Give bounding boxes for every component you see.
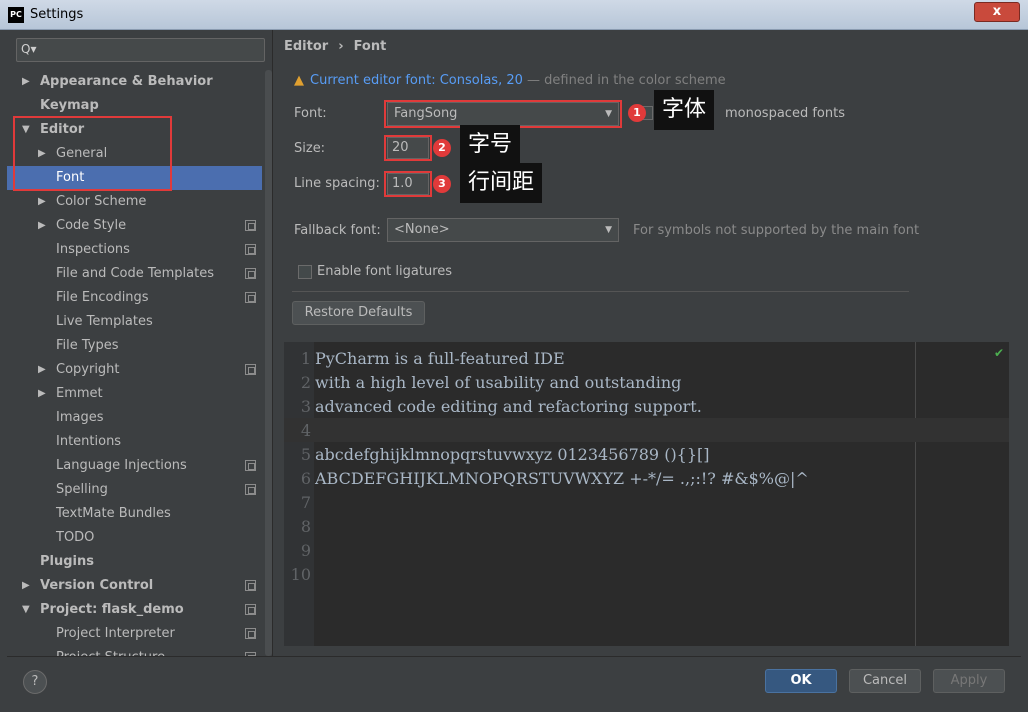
close-window-button[interactable]: x: [974, 2, 1020, 22]
help-button[interactable]: ?: [23, 670, 47, 694]
preview-line: 6 ABCDEFGHIJKLMNOPQRSTUVWXYZ +-*/= .,;:!?…: [300, 469, 809, 488]
fallback-font-select[interactable]: <None> ▼: [387, 218, 619, 242]
tree-item-file-types[interactable]: File Types: [7, 334, 262, 358]
project-settings-icon: [245, 580, 256, 591]
tree-item-appearance[interactable]: ▶ Appearance & Behavior: [7, 70, 262, 94]
preview-line: 8: [300, 517, 311, 536]
preview-line-current: 4: [284, 418, 1009, 442]
tree-item-project-interpreter[interactable]: Project Interpreter: [7, 622, 262, 646]
tree-item-version-control[interactable]: ▶ Version Control: [7, 574, 262, 598]
tree-item-project-structure[interactable]: Project Structure: [7, 646, 262, 656]
tree-item-spelling[interactable]: Spelling: [7, 478, 262, 502]
ligatures-checkbox[interactable]: [298, 265, 312, 279]
tree-item-keymap[interactable]: Keymap: [7, 94, 262, 118]
tree-item-textmate[interactable]: TextMate Bundles: [7, 502, 262, 526]
tree-item-todo[interactable]: TODO: [7, 526, 262, 550]
check-icon: ✔: [994, 346, 1005, 360]
annotation-box-line-spacing: [384, 171, 432, 197]
project-settings-icon: [245, 484, 256, 495]
annotation-callout-line-spacing: 行间距: [460, 163, 543, 203]
preview-line: 2 with a high level of usability and outs…: [300, 373, 682, 392]
tree-item-emmet[interactable]: ▶ Emmet: [7, 382, 262, 406]
warning-icon: ▲: [294, 73, 304, 88]
line-spacing-label: Line spacing:: [294, 176, 380, 191]
tree-item-code-style[interactable]: ▶ Code Style: [7, 214, 262, 238]
annotation-box-font: [384, 100, 622, 128]
preview-line: 9: [300, 541, 311, 560]
project-settings-icon: [245, 220, 256, 231]
annotation-badge-2: 2: [433, 139, 451, 157]
tree-item-inspections[interactable]: Inspections: [7, 238, 262, 262]
tree-item-language-injections[interactable]: Language Injections: [7, 454, 262, 478]
expand-arrow-icon[interactable]: ▶: [38, 358, 46, 382]
project-settings-icon: [245, 604, 256, 615]
ok-button[interactable]: OK: [765, 669, 837, 693]
project-settings-icon: [245, 460, 256, 471]
tree-item-file-encodings[interactable]: File Encodings: [7, 286, 262, 310]
font-notice: ▲ Current editor font: Consolas, 20 — def…: [294, 73, 726, 88]
tree-item-intentions[interactable]: Intentions: [7, 430, 262, 454]
fallback-font-label: Fallback font:: [294, 223, 381, 238]
pycharm-logo-icon: PC: [8, 7, 24, 23]
footer-divider: [7, 656, 1021, 657]
annotation-box-editor: [13, 116, 172, 191]
tree-scrollbar[interactable]: [265, 70, 272, 656]
preview-line: 5 abcdefghijklmnopqrstuvwxyz 0123456789 (…: [300, 445, 710, 464]
settings-dialog: Q▾ ▶ Appearance & Behavior Keymap ▼ Editor…: [7, 30, 1021, 706]
font-label: Font:: [294, 106, 327, 121]
divider: [272, 30, 273, 656]
annotation-callout-font: 字体: [654, 90, 715, 130]
current-font-link[interactable]: Current editor font: Consolas, 20: [310, 73, 523, 88]
annotation-callout-size: 字号: [460, 125, 521, 165]
project-settings-icon: [245, 292, 256, 303]
annotation-box-size: [384, 135, 432, 161]
expand-arrow-icon[interactable]: ▶: [22, 574, 30, 598]
apply-button[interactable]: Apply: [933, 669, 1005, 693]
title-bar: PC Settings x: [0, 0, 1028, 30]
preview-line: 10: [290, 565, 311, 584]
restore-defaults-button[interactable]: Restore Defaults: [292, 301, 425, 325]
tree-item-images[interactable]: Images: [7, 406, 262, 430]
ligatures-label: Enable font ligatures: [317, 264, 453, 279]
size-label: Size:: [294, 141, 326, 156]
expand-arrow-icon[interactable]: ▶: [22, 70, 30, 94]
breadcrumb: Editor › Font: [284, 39, 387, 54]
tree-item-copyright[interactable]: ▶ Copyright: [7, 358, 262, 382]
cancel-button[interactable]: Cancel: [849, 669, 921, 693]
expand-arrow-icon[interactable]: ▶: [38, 190, 46, 214]
search-input[interactable]: Q▾: [16, 38, 265, 62]
font-preview-editor[interactable]: 1 PyCharm is a full-featured IDE 2 with a …: [284, 342, 1009, 646]
project-settings-icon: [245, 244, 256, 255]
preview-line: 3 advanced code editing and refactoring s…: [300, 397, 702, 416]
annotation-badge-3: 3: [433, 175, 451, 193]
project-settings-icon: [245, 268, 256, 279]
tree-item-file-code-templates[interactable]: File and Code Templates: [7, 262, 262, 286]
project-settings-icon: [245, 628, 256, 639]
search-icon: Q▾: [21, 42, 37, 56]
fallback-hint: For symbols not supported by the main fo…: [633, 223, 920, 238]
tree-item-project[interactable]: ▼ Project: flask_demo: [7, 598, 262, 622]
separator: [292, 291, 909, 292]
monospaced-label: monospaced fonts: [725, 106, 845, 121]
collapse-arrow-icon[interactable]: ▼: [22, 598, 30, 622]
expand-arrow-icon[interactable]: ▶: [38, 214, 46, 238]
project-settings-icon: [245, 364, 256, 375]
preview-line: 1 PyCharm is a full-featured IDE: [300, 349, 565, 368]
tree-item-color-scheme[interactable]: ▶ Color Scheme: [7, 190, 262, 214]
tree-item-plugins[interactable]: Plugins: [7, 550, 262, 574]
expand-arrow-icon[interactable]: ▶: [38, 382, 46, 406]
window-title: Settings: [30, 7, 84, 22]
tree-item-live-templates[interactable]: Live Templates: [7, 310, 262, 334]
preview-line: 7: [300, 493, 311, 512]
chevron-down-icon: ▼: [605, 225, 612, 235]
annotation-badge-1: 1: [628, 104, 646, 122]
